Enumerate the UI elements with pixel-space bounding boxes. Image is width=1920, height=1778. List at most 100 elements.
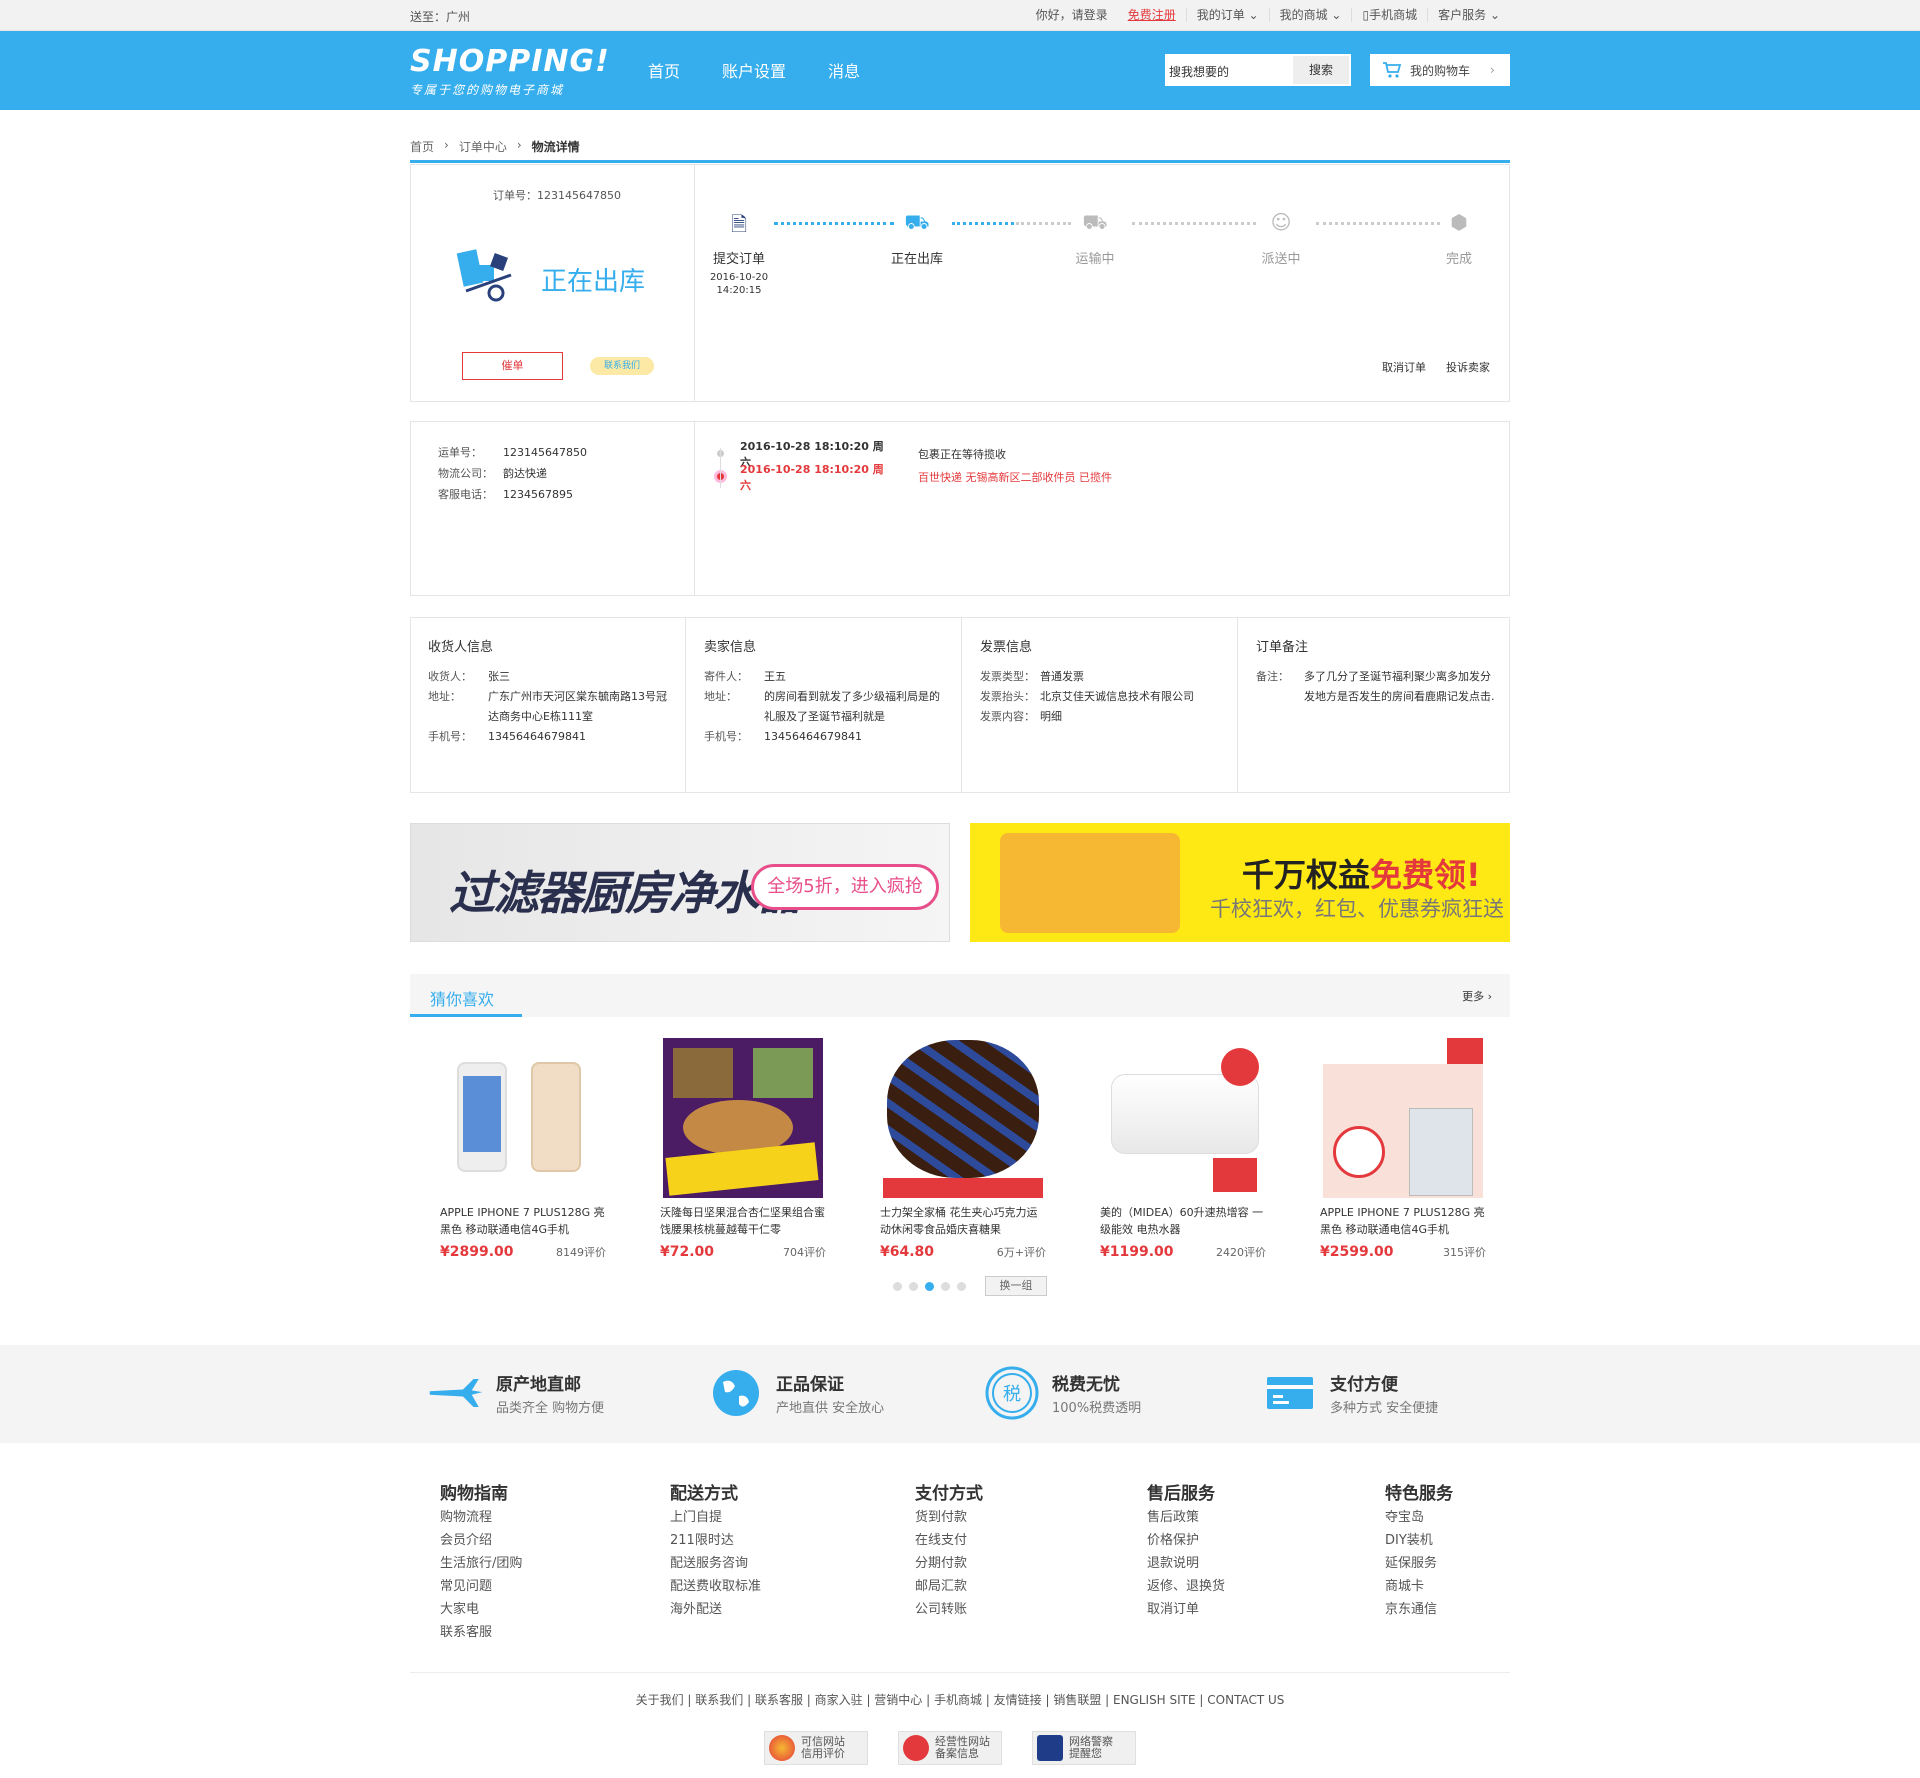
- guess-header: 猜你喜欢 更多 ›: [410, 974, 1510, 1017]
- carousel-pager: 换一组: [893, 1276, 1047, 1296]
- footer-link[interactable]: 夺宝岛: [1385, 1506, 1453, 1529]
- footer-link[interactable]: 售后政策: [1147, 1506, 1225, 1529]
- service-label: 客户服务: [1438, 8, 1487, 22]
- footer-link[interactable]: 会员介绍: [440, 1529, 522, 1552]
- service-item: 税 税费无忧 100%税费透明: [984, 1366, 1141, 1420]
- badge-line2: 提醒您: [1069, 1747, 1102, 1760]
- footer-column-title: 支付方式: [915, 1484, 983, 1504]
- waybill-key: 运单号：: [438, 446, 482, 459]
- footer-link[interactable]: 配送费收取标准: [670, 1575, 761, 1598]
- tax-icon: 税: [984, 1366, 1040, 1420]
- receiver-name: 张三: [488, 670, 510, 683]
- product-card[interactable]: 士力架全家桶 花生夹心巧克力运动休闲零食品婚庆喜糖果 ¥64.80 6万+评价: [880, 1038, 1046, 1260]
- search-button[interactable]: 搜索: [1293, 56, 1349, 84]
- my-orders-link[interactable]: 我的订单 ⌄: [1185, 8, 1269, 22]
- svg-text:税: 税: [1003, 1384, 1021, 1405]
- seller-addr-key: 地址：: [704, 690, 737, 703]
- product-card[interactable]: APPLE IPHONE 7 PLUS128G 亮黑色 移动联通电信4G手机 ¥…: [440, 1038, 606, 1260]
- footer-link[interactable]: 海外配送: [670, 1598, 761, 1621]
- footer-link[interactable]: 退款说明: [1147, 1552, 1225, 1575]
- footer-link[interactable]: 211限时达: [670, 1529, 761, 1552]
- chevron-right-icon: ›: [1487, 990, 1492, 1003]
- service-subtitle: 多种方式 安全便捷: [1330, 1401, 1439, 1416]
- footer-link[interactable]: 邮局汇款: [915, 1575, 983, 1598]
- footer-link[interactable]: 货到付款: [915, 1506, 983, 1529]
- tracking-timeline: 2016-10-28 18:10:20 周六 包裹正在等待揽收 2016-10-…: [696, 440, 1112, 492]
- product-price: ¥2899.00: [440, 1244, 514, 1260]
- footer-link[interactable]: 公司转账: [915, 1598, 983, 1621]
- tracking-message: 包裹正在等待揽收: [918, 447, 1006, 461]
- urge-order-button[interactable]: 催单: [462, 352, 563, 380]
- service-phone: 1234567895: [503, 488, 573, 501]
- product-name: 沃隆每日坚果混合杏仁坚果组合蜜饯腰果核桃蔓越莓干仁零: [660, 1206, 825, 1236]
- footer-link[interactable]: 延保服务: [1385, 1552, 1453, 1575]
- company-key: 物流公司：: [438, 467, 493, 480]
- product-reviews: 8149评价: [556, 1246, 606, 1259]
- contact-us-button[interactable]: 联系我们: [590, 357, 654, 375]
- footer-link[interactable]: 分期付款: [915, 1552, 983, 1575]
- footer-link[interactable]: 联系客服: [440, 1621, 522, 1644]
- mobile-mall-link[interactable]: ▯手机商城: [1351, 8, 1427, 22]
- cart-button[interactable]: 我的购物车 ›: [1370, 54, 1510, 86]
- step-label: 正在出库: [890, 252, 943, 267]
- footer-link[interactable]: 大家电: [440, 1598, 522, 1621]
- pager-dot-active[interactable]: [925, 1281, 934, 1291]
- register-link[interactable]: 免费注册: [1118, 8, 1186, 22]
- benefits-banner[interactable]: 千万权益免费领! 千校狂欢，红包、优惠券疯狂送: [970, 823, 1510, 942]
- footer-link[interactable]: 购物流程: [440, 1506, 522, 1529]
- trust-badge[interactable]: 经营性网站 备案信息: [898, 1731, 1002, 1765]
- footer-link[interactable]: 常见问题: [440, 1575, 522, 1598]
- trust-badge[interactable]: 网络警察 提醒您: [1032, 1731, 1136, 1765]
- tracking-entry: 2016-10-28 18:10:20 周六 百世快递 无锡高新区二部收件员 已…: [696, 463, 1112, 492]
- airplane-icon: [428, 1367, 484, 1419]
- product-card[interactable]: APPLE IPHONE 7 PLUS128G 亮黑色 移动联通电信4G手机 ¥…: [1320, 1038, 1486, 1260]
- service-title: 支付方便: [1330, 1375, 1398, 1395]
- my-mall-link[interactable]: 我的商城 ⌄: [1268, 8, 1352, 22]
- breadcrumb-home[interactable]: 首页: [410, 138, 434, 155]
- pager-dot[interactable]: [957, 1281, 966, 1291]
- product-reviews: 704评价: [783, 1246, 826, 1259]
- service-strip: 原产地直邮 品类齐全 购物方便 正品保证 产地直供 安全放心 税 税费无忧 100%税…: [0, 1345, 1920, 1443]
- nav-account-settings[interactable]: 账户设置: [722, 58, 786, 82]
- breadcrumb-orders[interactable]: 订单中心: [459, 138, 507, 155]
- product-card[interactable]: 美的（MIDEA）60升速热增容 一级能效 电热水器 ¥1199.00 2420评…: [1100, 1038, 1266, 1260]
- order-status-panel: 订单号：123145647850 正在出库 催单 联系我们 🗎 提交订单 201…: [410, 164, 1510, 402]
- footer-link[interactable]: 返修、退换货: [1147, 1575, 1225, 1598]
- main-nav: 首页 账户设置 消息: [648, 58, 860, 82]
- chevron-right-icon: ›: [516, 138, 522, 152]
- nav-home[interactable]: 首页: [648, 58, 680, 82]
- order-actions: 取消订单 投诉卖家: [1382, 359, 1490, 375]
- cancel-order-link[interactable]: 取消订单: [1382, 359, 1426, 375]
- product-card[interactable]: 沃隆每日坚果混合杏仁坚果组合蜜饯腰果核桃蔓越莓干仁零 ¥72.00 704评价: [660, 1038, 826, 1260]
- logo[interactable]: SHOPPING! 专属于您的购物电子商城: [410, 44, 610, 98]
- nav-messages[interactable]: 消息: [828, 58, 860, 82]
- search-input[interactable]: 搜我想要的: [1165, 54, 1291, 86]
- footer-link[interactable]: 取消订单: [1147, 1598, 1225, 1621]
- footer-column-title: 购物指南: [440, 1484, 508, 1504]
- pager-dot[interactable]: [893, 1281, 902, 1291]
- delivery-location[interactable]: 送至：广州: [410, 8, 470, 25]
- footer-column: 配送方式 上门自提 211限时达 配送服务咨询 配送费收取标准 海外配送: [670, 1482, 761, 1621]
- switch-group-button[interactable]: 换一组: [985, 1276, 1047, 1296]
- footer-links[interactable]: 关于我们 | 联系我们 | 联系客服 | 商家入驻 | 营销中心 | 手机商城 …: [0, 1691, 1920, 1708]
- login-link[interactable]: 你好，请登录: [1026, 8, 1118, 22]
- receiver-addr-key: 地址：: [428, 690, 461, 703]
- trust-badge[interactable]: 可信网站 信用评价: [764, 1731, 868, 1765]
- footer-link[interactable]: 价格保护: [1147, 1529, 1225, 1552]
- footer-link[interactable]: 京东通信: [1385, 1598, 1453, 1621]
- footer-link[interactable]: DIY装机: [1385, 1529, 1453, 1552]
- pager-dot[interactable]: [941, 1281, 950, 1291]
- customer-service-link[interactable]: 客户服务 ⌄: [1427, 8, 1510, 22]
- more-link[interactable]: 更多 ›: [1462, 988, 1492, 1004]
- pager-dot[interactable]: [909, 1281, 918, 1291]
- logistics-panel: 运单号： 123145647850 物流公司： 韵达快递 客服电话： 12345678…: [410, 421, 1510, 596]
- complain-seller-link[interactable]: 投诉卖家: [1446, 359, 1490, 375]
- product-name: 士力架全家桶 花生夹心巧克力运动休闲零食品婚庆喜糖果: [880, 1206, 1038, 1236]
- water-filter-banner[interactable]: 过滤器厨房净水器 全场5折，进入疯抢: [410, 823, 950, 942]
- package-icon: ⬢: [1450, 210, 1468, 234]
- footer-link[interactable]: 在线支付: [915, 1529, 983, 1552]
- footer-link[interactable]: 上门自提: [670, 1506, 761, 1529]
- footer-link[interactable]: 生活旅行/团购: [440, 1552, 522, 1575]
- footer-link[interactable]: 商城卡: [1385, 1575, 1453, 1598]
- footer-link[interactable]: 配送服务咨询: [670, 1552, 761, 1575]
